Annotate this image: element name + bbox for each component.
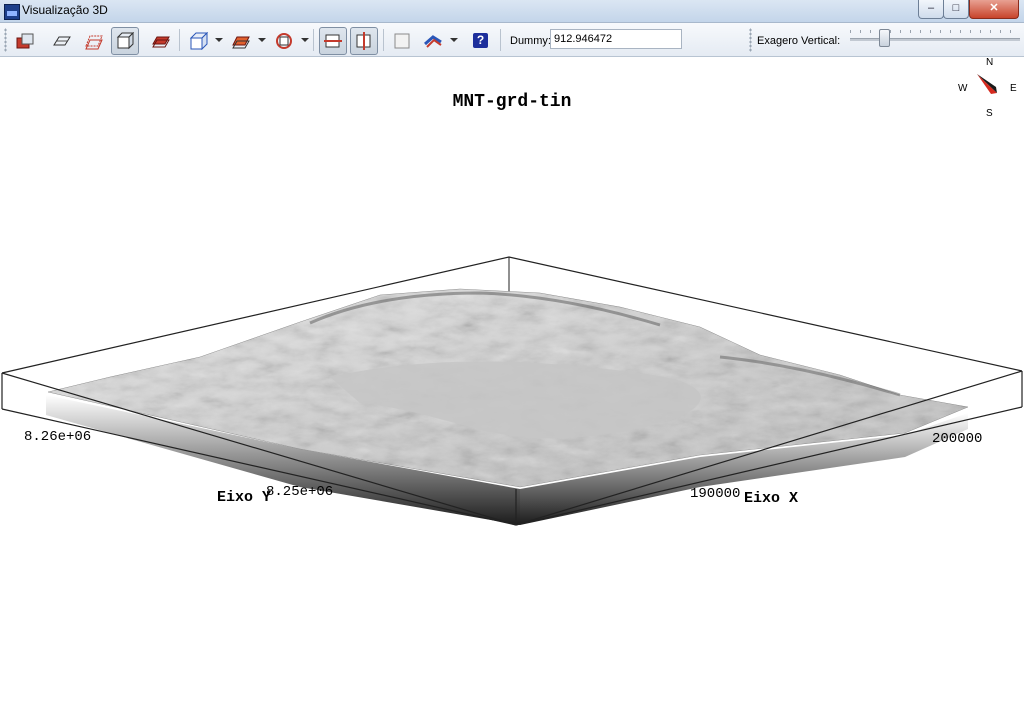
layer-button[interactable]: [147, 27, 175, 55]
window-title: Visualização 3D: [22, 3, 108, 17]
cut-y-button[interactable]: [350, 27, 378, 55]
exaggeration-slider-thumb[interactable]: [879, 29, 890, 47]
rotate-icon: [276, 33, 292, 49]
box-icon: [116, 32, 134, 50]
toolbar-grip[interactable]: [4, 28, 7, 52]
surface-color-icon: [232, 36, 250, 49]
save-image-icon: [16, 33, 34, 49]
exaggeration-slider[interactable]: [850, 38, 1020, 41]
app-icon: [4, 4, 20, 20]
toolbar-grip[interactable]: [749, 28, 752, 52]
rotate-button[interactable]: [270, 27, 298, 55]
chevron-down-icon[interactable]: [450, 38, 458, 42]
surface-view-button[interactable]: [48, 27, 76, 55]
surface-color-button[interactable]: [227, 27, 255, 55]
grid-view-button[interactable]: [80, 27, 108, 55]
toolbar-separator: [383, 29, 384, 51]
help-icon: ?: [473, 33, 488, 48]
exaggeration-label: Exagero Vertical:: [757, 35, 841, 47]
dummy-label: Dummy:: [510, 35, 551, 47]
cut-plane-x-icon: [324, 34, 342, 48]
surface-icon: [53, 36, 71, 46]
terrain-scene: [1, 256, 1023, 526]
toolbar-separator: [179, 29, 180, 51]
toolbar-separator: [313, 29, 314, 51]
cube-button[interactable]: [185, 27, 213, 55]
palette-icon: [424, 35, 442, 48]
help-button[interactable]: ?: [467, 27, 495, 55]
x-axis-title: Eixo X: [744, 490, 799, 507]
dummy-input[interactable]: [550, 29, 682, 49]
minimize-button[interactable]: –: [918, 0, 944, 19]
square-icon: [394, 33, 410, 49]
x-tick-label: 200000: [932, 431, 983, 447]
chevron-down-icon[interactable]: [301, 38, 309, 42]
box-view-button[interactable]: [111, 27, 139, 55]
palette-button[interactable]: [419, 27, 447, 55]
grid-icon: [85, 35, 103, 50]
exaggeration-slider-ticks: [850, 30, 1020, 33]
3d-view[interactable]: MNT-grd-tin N S E W 8.26e+06 8.25e+06 19…: [0, 57, 1024, 728]
y-axis-title: Eixo Y: [217, 489, 272, 506]
title-bar: Visualização 3D – □ ✕: [0, 0, 1024, 23]
maximize-button[interactable]: □: [943, 0, 969, 19]
chevron-down-icon[interactable]: [258, 38, 266, 42]
y-tick-label: 8.25e+06: [266, 484, 334, 500]
background-button[interactable]: [388, 27, 416, 55]
cut-x-button[interactable]: [319, 27, 347, 55]
toolbar-separator: [500, 29, 501, 51]
chevron-down-icon[interactable]: [215, 38, 223, 42]
cut-plane-y-icon: [356, 32, 371, 50]
save-image-button[interactable]: [11, 27, 39, 55]
y-tick-label: 8.26e+06: [24, 429, 92, 445]
cube-icon: [190, 32, 208, 50]
x-tick-label: 190000: [690, 486, 741, 502]
layer-icon: [152, 36, 170, 48]
close-button[interactable]: ✕: [969, 0, 1019, 19]
